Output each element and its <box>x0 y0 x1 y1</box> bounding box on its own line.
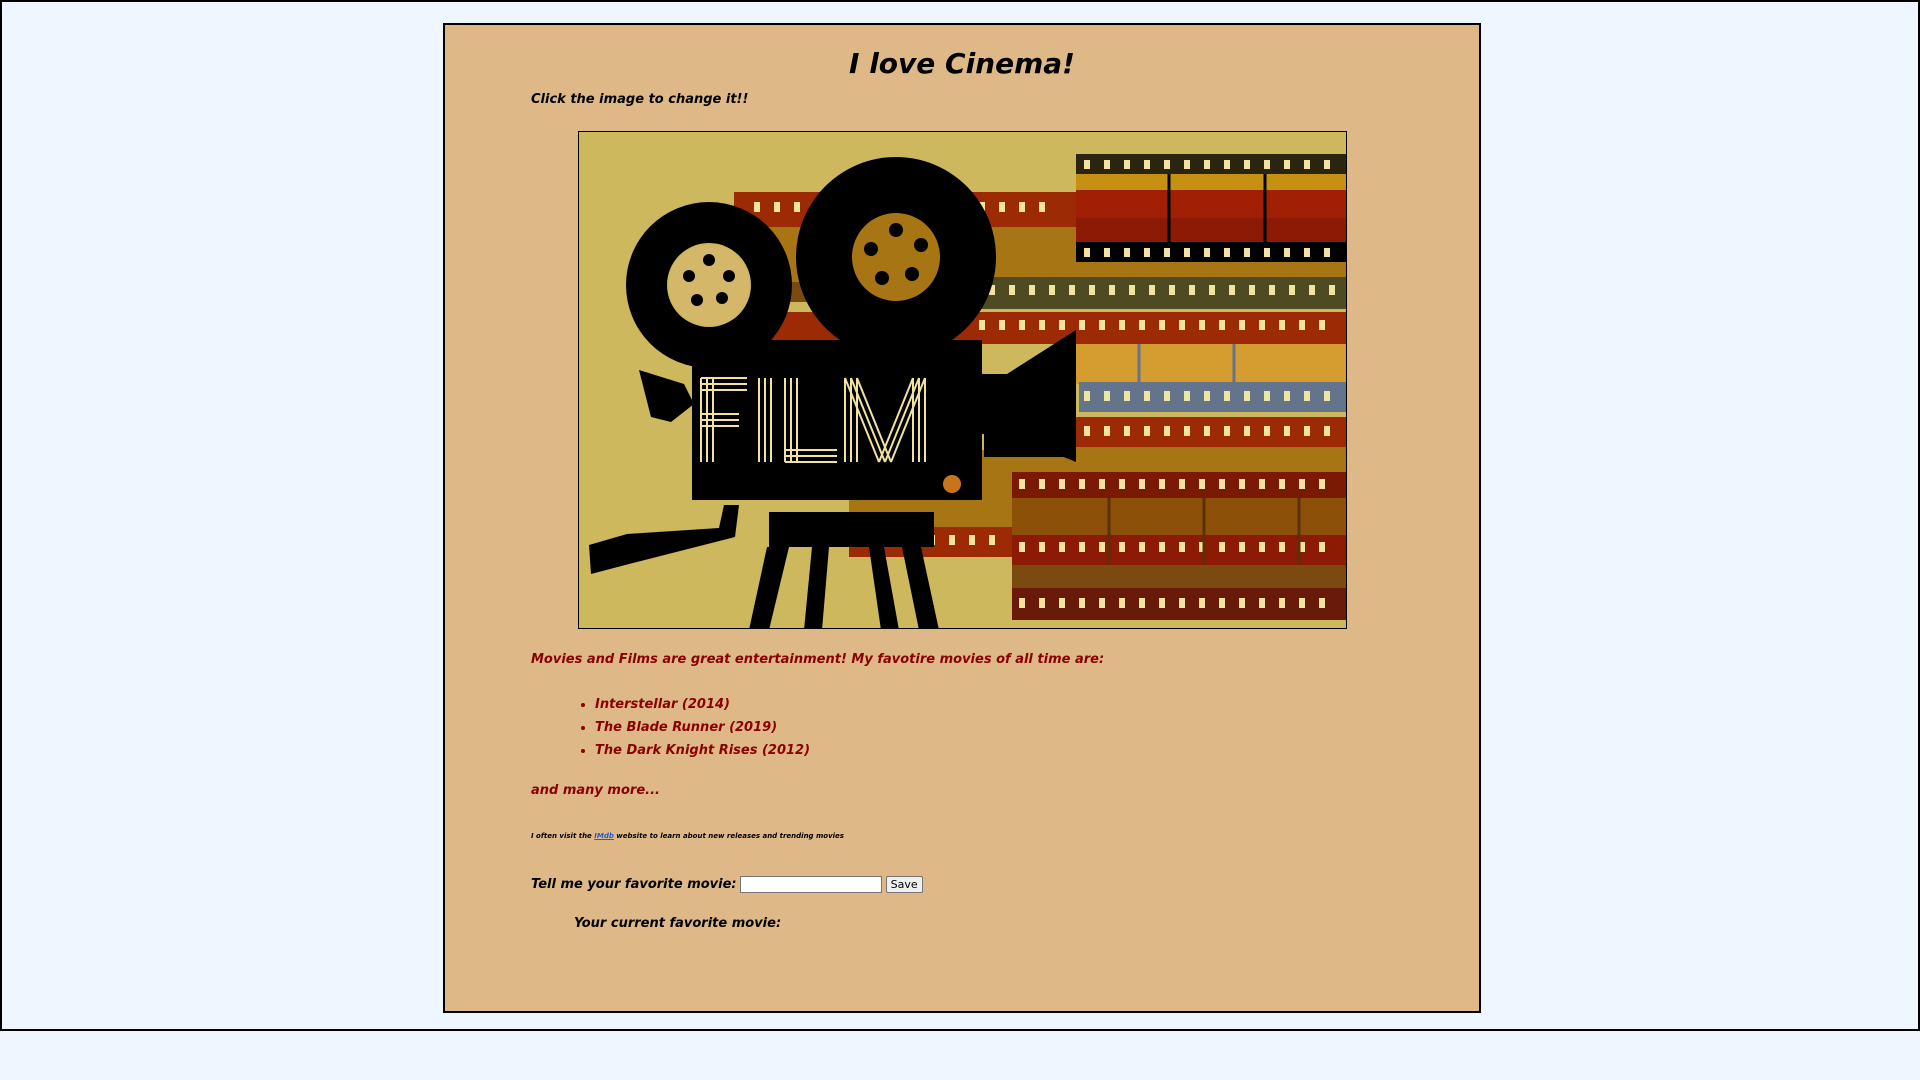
page-frame: I love Cinema! Click the image to change… <box>0 0 1920 1031</box>
more-text: and many more... <box>531 783 660 798</box>
favorite-movie-label: Tell me your favorite movie: <box>531 877 737 892</box>
list-item: The Blade Runner (2019) <box>595 716 810 739</box>
imdb-note-before: I often visit the <box>531 832 592 840</box>
favorite-movie-input[interactable] <box>739 876 882 893</box>
current-favorite-label: Your current favorite movie: <box>574 916 782 931</box>
list-item: The Dark Knight Rises (2012) <box>595 739 810 762</box>
image-hint: Click the image to change it!! <box>531 92 749 107</box>
list-item: Interstellar (2014) <box>595 693 810 716</box>
imdb-note: I often visit the IMdb website to learn … <box>531 832 844 840</box>
film-camera-icon <box>579 132 1346 628</box>
favorite-movie-form: Tell me your favorite movie: Save <box>531 876 923 893</box>
intro-text: Movies and Films are great entertainment… <box>531 652 1105 667</box>
favorite-movies-list: Interstellar (2014) The Blade Runner (20… <box>595 693 810 762</box>
imdb-note-after: website to learn about new releases and … <box>616 832 844 840</box>
film-image[interactable] <box>578 131 1347 629</box>
record-light-icon <box>943 475 961 493</box>
page-title: I love Cinema! <box>849 47 1075 80</box>
imdb-link[interactable]: IMdb <box>594 832 614 840</box>
save-button[interactable]: Save <box>885 876 923 893</box>
content-card: I love Cinema! Click the image to change… <box>443 23 1481 1013</box>
